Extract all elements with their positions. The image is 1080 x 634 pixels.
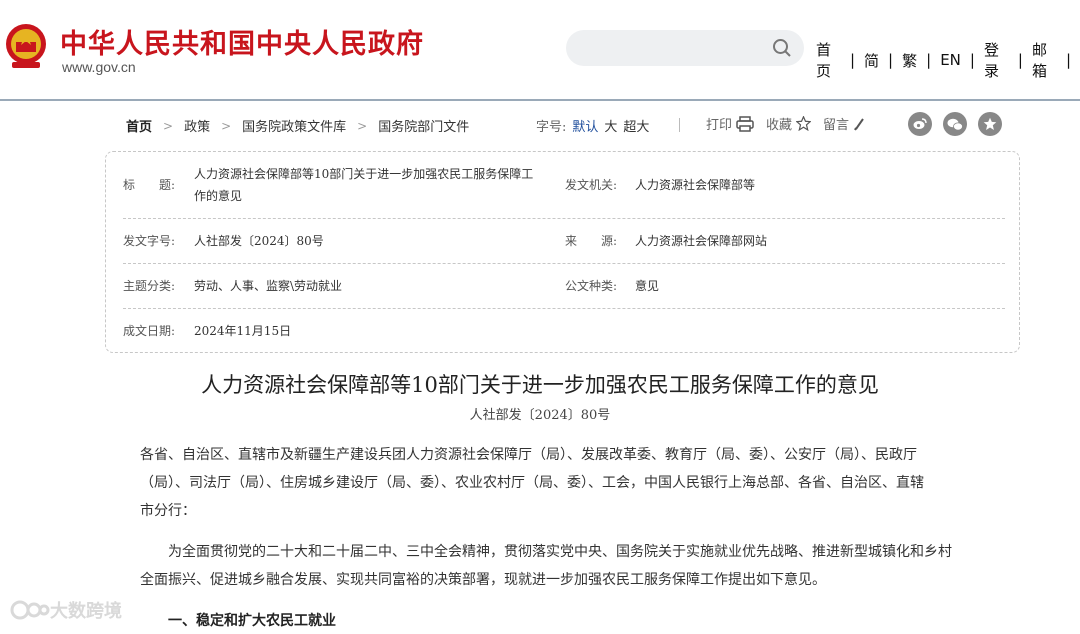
type-value: 意见: [635, 279, 660, 293]
title-label: 标 题:: [123, 178, 176, 192]
breadcrumb-arrow-icon: >: [357, 118, 368, 133]
section-heading: 一、稳定和扩大农民工就业: [168, 613, 336, 629]
print-button[interactable]: 打印: [706, 114, 754, 133]
font-size-xlarge[interactable]: 超大: [623, 116, 649, 135]
weibo-icon[interactable]: [908, 112, 932, 136]
title-value-line2: 作的意见: [194, 189, 243, 203]
breadcrumb-department-docs[interactable]: 国务院部门文件: [378, 116, 469, 135]
body-paragraph-line: 为全面贯彻党的二十大和二十届二中、三中全会精神，贯彻落实党中央、国务院关于实施就…: [168, 544, 952, 560]
issuer-value: 人力资源社会保障部等: [635, 178, 756, 192]
source-label: 来 源:: [565, 234, 618, 248]
date-label: 成文日期:: [123, 324, 176, 338]
nav-english[interactable]: EN: [940, 51, 961, 69]
nav-separator: |: [969, 51, 975, 69]
toolbar-divider: [679, 118, 680, 132]
font-size-label: 字号:: [536, 120, 567, 135]
docno-value: 人社部发〔2024〕80号: [194, 234, 324, 248]
national-emblem-icon[interactable]: [4, 22, 48, 72]
addressee-line: （局）、司法厅（局）、住房城乡建设厅（局、委）、农业农村厅（局、委）、工会，中国…: [140, 475, 924, 491]
nav-separator: |: [849, 51, 856, 69]
site-url[interactable]: www.gov.cn: [62, 59, 136, 75]
breadcrumb-policy-library[interactable]: 国务院政策文件库: [242, 116, 346, 135]
qzone-icon[interactable]: [978, 112, 1002, 136]
font-size-selector: 字号: 默认 大 超大: [536, 116, 649, 135]
top-nav: 首页 | 简 | 繁 | EN | 登录 | 邮箱 |: [816, 39, 1080, 81]
topic-value: 劳动、人事、监察\劳动就业: [194, 279, 343, 293]
source-value: 人力资源社会保障部网站: [635, 234, 768, 248]
issuer-label: 发文机关:: [565, 178, 618, 192]
header-divider: [0, 99, 1080, 101]
title-value-line1: 人力资源社会保障部等10部门关于进一步加强农民工服务保障工: [194, 167, 534, 181]
article-title: 人力资源社会保障部等10部门关于进一步加强农民工服务保障工作的意见: [201, 373, 879, 397]
breadcrumb-arrow-icon: >: [163, 118, 174, 133]
body-paragraph-line: 全面振兴、促进城乡融合发展、实现共同富裕的决策部署，现就进一步加强农民工服务保障…: [140, 572, 826, 588]
addressee-line: 各省、自治区、直辖市及新疆生产建设兵团人力资源社会保障厅（局）、发展改革委、教育…: [140, 447, 917, 463]
topic-label: 主题分类:: [123, 279, 176, 293]
article-tools: 打印 收藏 留言: [706, 114, 877, 133]
article-doc-number: 人社部发〔2024〕80号: [469, 408, 611, 423]
nav-separator: |: [1017, 51, 1023, 69]
favorite-button[interactable]: 收藏: [766, 114, 812, 133]
date-value: 2024年11月15日: [194, 324, 292, 338]
search-icon[interactable]: [772, 38, 792, 58]
docno-label: 发文字号:: [123, 234, 176, 248]
printer-icon: [736, 115, 754, 132]
site-title[interactable]: 中华人民共和国中央人民政府: [60, 22, 424, 61]
wechat-icon[interactable]: [943, 112, 967, 136]
type-label: 公文种类:: [565, 279, 618, 293]
print-label: 打印: [706, 118, 733, 133]
nav-mail[interactable]: 邮箱: [1032, 39, 1057, 81]
share-bar: [908, 112, 1013, 136]
comment-button[interactable]: 留言: [823, 114, 865, 133]
nav-home[interactable]: 首页: [816, 39, 841, 81]
nav-traditional[interactable]: 繁: [902, 50, 917, 71]
site-header: 中华人民共和国中央人民政府 www.gov.cn 首页 | 简 | 繁 | EN…: [0, 0, 1080, 100]
nav-login[interactable]: 登录: [984, 39, 1009, 81]
font-size-large[interactable]: 大: [604, 116, 617, 135]
watermark-logo-icon: [10, 600, 50, 620]
breadcrumb-arrow-icon: >: [221, 118, 232, 133]
breadcrumb-home[interactable]: 首页: [126, 116, 152, 135]
addressee-line: 市分行：: [140, 503, 196, 519]
pencil-icon: [854, 117, 864, 130]
breadcrumb-policy[interactable]: 政策: [184, 116, 210, 135]
nav-separator: |: [1065, 51, 1072, 69]
breadcrumb: 首页 > 政策 > 国务院政策文件库 > 国务院部门文件: [126, 116, 469, 136]
font-size-default[interactable]: 默认: [572, 116, 598, 135]
watermark: 大数跨境: [10, 597, 122, 623]
comment-label: 留言: [823, 118, 850, 133]
document-info-table: 标 题: 人力资源社会保障部等10部门关于进一步加强农民工服务保障工 作的意见 …: [105, 151, 1020, 353]
favorite-label: 收藏: [766, 118, 793, 133]
nav-separator: |: [888, 51, 894, 69]
star-icon: [796, 116, 812, 131]
nav-simplified[interactable]: 简: [864, 50, 879, 71]
watermark-text: 大数跨境: [50, 601, 122, 622]
nav-separator: |: [926, 51, 932, 69]
search-input[interactable]: [566, 30, 804, 66]
